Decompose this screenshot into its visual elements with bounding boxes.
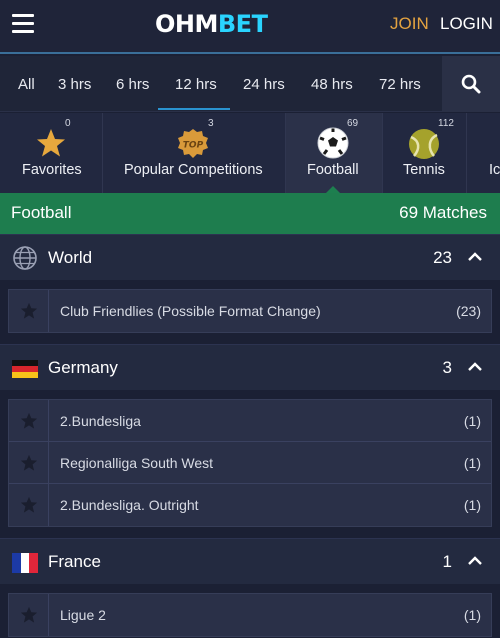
section-match-count: 69 Matches (399, 203, 487, 222)
tab-divider (466, 113, 467, 193)
country-header-germany[interactable]: Germany 3 (0, 344, 500, 390)
chevron-up-icon (468, 556, 482, 565)
sport-tab-popular-competitions[interactable]: 3 TOP Popular Competitions (103, 113, 285, 193)
time-filter-12hrs[interactable]: 12 hrs (175, 76, 217, 93)
tab-divider (382, 113, 383, 193)
star-icon (20, 302, 38, 319)
search-icon (461, 74, 481, 94)
country-header-france[interactable]: France 1 (0, 538, 500, 584)
favorite-toggle[interactable] (9, 594, 49, 636)
section-header: Football 69 Matches (0, 193, 500, 234)
time-filter-3hrs[interactable]: 3 hrs (58, 76, 91, 93)
globe-icon (13, 246, 37, 270)
time-filter-72hrs[interactable]: 72 hrs (379, 76, 421, 93)
time-filter-48hrs[interactable]: 48 hrs (311, 76, 353, 93)
league-list-germany: 2.Bundesliga (1) Regionalliga South West… (8, 399, 492, 527)
league-row[interactable]: 2.Bundesliga (1) (9, 400, 491, 442)
league-row[interactable]: Regionalliga South West (1) (9, 442, 491, 484)
sport-tab-football[interactable]: 69 Football (285, 113, 382, 193)
france-flag-icon (12, 553, 38, 573)
sports-tab-bar: 0 Favorites 3 TOP Popular Competitions 6… (0, 113, 500, 193)
section-title: Football (11, 203, 72, 222)
search-button[interactable] (442, 56, 500, 112)
top-header: OHMBET JOIN LOGIN (0, 0, 500, 54)
germany-flag-icon (12, 360, 38, 378)
login-button[interactable]: LOGIN (440, 14, 493, 34)
ohmbet-logo[interactable]: OHMBET (155, 10, 268, 38)
favorite-toggle[interactable] (9, 442, 49, 484)
star-icon (20, 412, 38, 429)
chevron-up-icon (468, 252, 482, 261)
star-icon (20, 496, 38, 513)
league-row[interactable]: Club Friendlies (Possible Format Change)… (9, 290, 491, 332)
svg-text:TOP: TOP (183, 141, 204, 151)
football-icon (317, 127, 349, 159)
favorite-toggle[interactable] (9, 290, 49, 332)
league-row[interactable]: Ligue 2 (1) (9, 594, 491, 636)
chevron-up-icon (468, 362, 482, 371)
active-time-filter-underline (158, 108, 230, 110)
time-filter-24hrs[interactable]: 24 hrs (243, 76, 285, 93)
favorite-toggle[interactable] (9, 400, 49, 442)
tennis-ball-icon (409, 129, 439, 159)
active-sport-pointer (326, 186, 340, 193)
league-row[interactable]: 2.Bundesliga. Outright (1) (9, 484, 491, 526)
league-list-world: Club Friendlies (Possible Format Change)… (8, 289, 492, 333)
star-icon (20, 454, 38, 471)
time-filter-all[interactable]: All (18, 76, 35, 93)
tab-divider (285, 113, 286, 193)
sport-tab-tennis[interactable]: 112 Tennis (383, 113, 466, 193)
time-filter-bar: All 3 hrs 6 hrs 12 hrs 24 hrs 48 hrs 72 … (0, 56, 500, 112)
top-badge-icon: TOP (178, 129, 208, 158)
sport-tab-favorites[interactable]: 0 Favorites (0, 113, 102, 193)
country-header-world[interactable]: World 23 (0, 234, 500, 280)
favorite-toggle[interactable] (9, 484, 49, 526)
sport-tab-ice-hockey[interactable]: Ic (467, 113, 500, 193)
tab-divider (102, 113, 103, 193)
star-icon (20, 606, 38, 623)
hamburger-menu-icon[interactable] (12, 14, 34, 36)
league-list-france: Ligue 2 (1) (8, 593, 492, 637)
star-icon (37, 129, 65, 157)
join-button[interactable]: JOIN (390, 14, 429, 34)
time-filter-6hrs[interactable]: 6 hrs (116, 76, 149, 93)
